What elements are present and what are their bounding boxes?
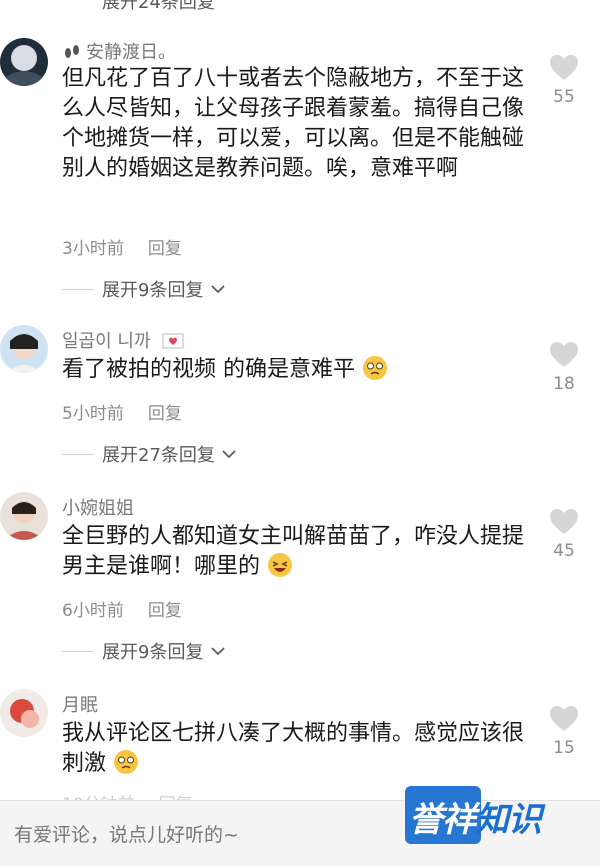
comment-username[interactable]: 安静渡日。	[62, 38, 176, 64]
chevron-down-icon	[222, 450, 236, 459]
avatar[interactable]	[0, 689, 48, 737]
reply-button[interactable]: 回复	[148, 404, 182, 424]
avatar[interactable]	[0, 492, 48, 540]
comment-text: 全巨野的人都知道女主叫解苗苗了，咋没人提提男主是谁啊！哪里的	[62, 522, 532, 582]
avatar-image	[0, 492, 48, 540]
reply-button[interactable]: 回复	[148, 601, 182, 621]
watermark-logo: 誉祥知识	[405, 786, 587, 848]
expand-replies[interactable]: 展开9条回复	[62, 276, 225, 301]
watermark-text: 誉祥知识	[409, 792, 542, 841]
avatar-image	[0, 689, 48, 737]
expand-replies-label: 展开9条回复	[102, 280, 204, 301]
avatar[interactable]	[0, 325, 48, 373]
comment-username[interactable]: 일곱이 니까	[62, 327, 184, 353]
divider-line	[62, 453, 94, 455]
comment-time: 5小时前	[62, 404, 124, 424]
chevron-down-icon	[210, 647, 225, 656]
pleading-emoji-icon	[114, 750, 139, 774]
reply-button[interactable]: 回复	[148, 239, 182, 259]
like-count: 15	[553, 738, 575, 758]
comment-username[interactable]: 小婉姐姐	[62, 494, 134, 520]
expand-replies[interactable]: 展开9条回复	[62, 638, 225, 663]
like-count: 55	[553, 87, 575, 107]
watermark-text-part: 誉祥	[409, 800, 476, 840]
pleading-emoji-icon	[363, 356, 387, 380]
comment-input[interactable]	[12, 819, 376, 851]
divider-line	[62, 288, 94, 290]
comment-meta: 5小时前 回复	[62, 399, 182, 424]
expand-replies[interactable]: 展开27条回复	[62, 441, 236, 466]
like-count: 45	[553, 541, 575, 561]
comment-time: 3小时前	[62, 239, 124, 259]
comment-time: 6小时前	[62, 601, 124, 621]
partial-expand-replies[interactable]: 展开24条回复	[0, 0, 600, 13]
comment-text: 但凡花了百了八十或者去个隐蔽地方，不至于这么人尽皆知，让父母孩子跟着蒙羞。搞得自…	[62, 66, 525, 181]
comment-text: 看了被拍的视频 的确是意难平	[62, 355, 532, 385]
avatar-image	[0, 325, 48, 373]
heart-icon	[550, 706, 578, 731]
like-button[interactable]: 15	[546, 705, 582, 758]
envelope-heart-icon	[162, 333, 184, 349]
comment-meta: 6小时前 回复	[62, 596, 182, 621]
heart-icon	[550, 55, 578, 80]
avatar[interactable]	[0, 38, 48, 86]
heart-icon	[550, 509, 578, 534]
like-button[interactable]: 45	[546, 508, 582, 561]
heart-icon	[550, 342, 578, 367]
comment-meta: 3小时前 回复	[62, 234, 182, 259]
like-count: 18	[553, 374, 575, 394]
comment-text-content: 看了被拍的视频 的确是意难平	[62, 357, 355, 382]
expand-replies-label: 展开24条回复	[102, 0, 215, 13]
expand-replies-label: 展开9条回复	[102, 642, 204, 663]
like-button[interactable]: 18	[546, 341, 582, 394]
expand-replies-label: 展开27条回复	[102, 445, 215, 466]
username-text: 일곱이 니까	[62, 331, 151, 352]
comment-username[interactable]: 月眠	[62, 691, 98, 717]
divider-line	[62, 650, 94, 652]
chevron-down-icon	[210, 285, 225, 294]
avatar-image	[0, 38, 48, 86]
like-button[interactable]: 55	[546, 54, 582, 107]
comment-text: 我从评论区七拼八凑了大概的事情。感觉应该很刺激	[62, 719, 532, 779]
watermark-text-part: 知识	[475, 800, 542, 840]
laughing-emoji-icon	[268, 553, 293, 577]
footprints-icon	[65, 45, 79, 58]
username-text: 安静渡日。	[86, 42, 176, 63]
